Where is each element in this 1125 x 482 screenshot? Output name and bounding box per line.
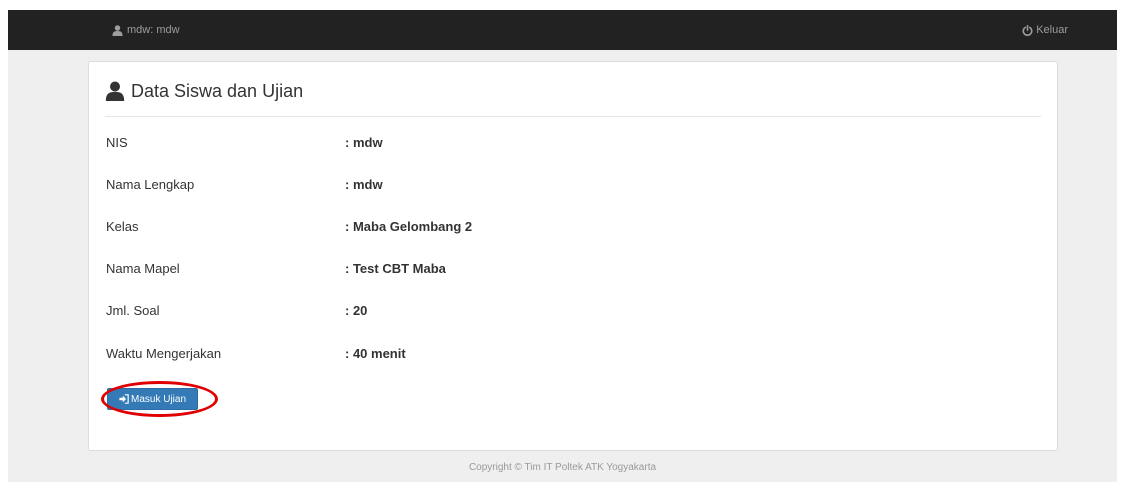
page: mdw: mdw Keluar Data Siswa dan Ujian NIS…	[8, 10, 1117, 482]
user-menu-link[interactable]: mdw: mdw	[112, 21, 180, 39]
row-value: : 20	[345, 303, 368, 318]
user-icon	[112, 24, 123, 36]
top-navbar: mdw: mdw Keluar	[8, 10, 1117, 50]
user-label: mdw: mdw	[127, 24, 180, 36]
row-value: : Test CBT Maba	[345, 261, 446, 276]
row-label: Waktu Mengerjakan	[106, 346, 222, 361]
row-label: Nama Mapel	[106, 261, 180, 276]
sign-in-icon	[119, 394, 129, 404]
row-label: Jml. Soal	[106, 303, 160, 318]
row-value: : Maba Gelombang 2	[345, 219, 473, 234]
panel-title: Data Siswa dan Ujian	[131, 81, 304, 101]
logout-label: Keluar	[1036, 24, 1068, 36]
power-icon	[1022, 24, 1033, 36]
row-value: : mdw	[345, 177, 383, 192]
info-row-kelas: Kelas : Maba Gelombang 2	[106, 219, 1036, 239]
student-exam-panel: Data Siswa dan Ujian NIS : mdw Nama Leng…	[88, 61, 1058, 451]
start-exam-label: Masuk Ujian	[130, 393, 187, 405]
row-label: NIS	[106, 135, 128, 150]
user-icon	[105, 81, 125, 101]
info-row-nama-mapel: Nama Mapel : Test CBT Maba	[106, 261, 1036, 281]
start-exam-button[interactable]: Masuk Ujian	[107, 388, 198, 410]
row-label: Nama Lengkap	[106, 177, 195, 192]
info-row-jml-soal: Jml. Soal : 20	[106, 303, 1036, 323]
info-row-nis: NIS : mdw	[106, 135, 1036, 155]
info-row-nama-lengkap: Nama Lengkap : mdw	[106, 177, 1036, 197]
footer-copyright: Copyright © Tim IT Poltek ATK Yogyakarta	[468, 462, 657, 473]
row-value: : mdw	[345, 135, 383, 150]
row-label: Kelas	[106, 219, 139, 234]
panel-heading: Data Siswa dan Ujian	[105, 80, 1041, 117]
info-row-waktu-mengerjakan: Waktu Mengerjakan : 40 menit	[106, 346, 1036, 366]
row-value: : 40 menit	[345, 346, 406, 361]
logout-link[interactable]: Keluar	[1022, 21, 1068, 39]
